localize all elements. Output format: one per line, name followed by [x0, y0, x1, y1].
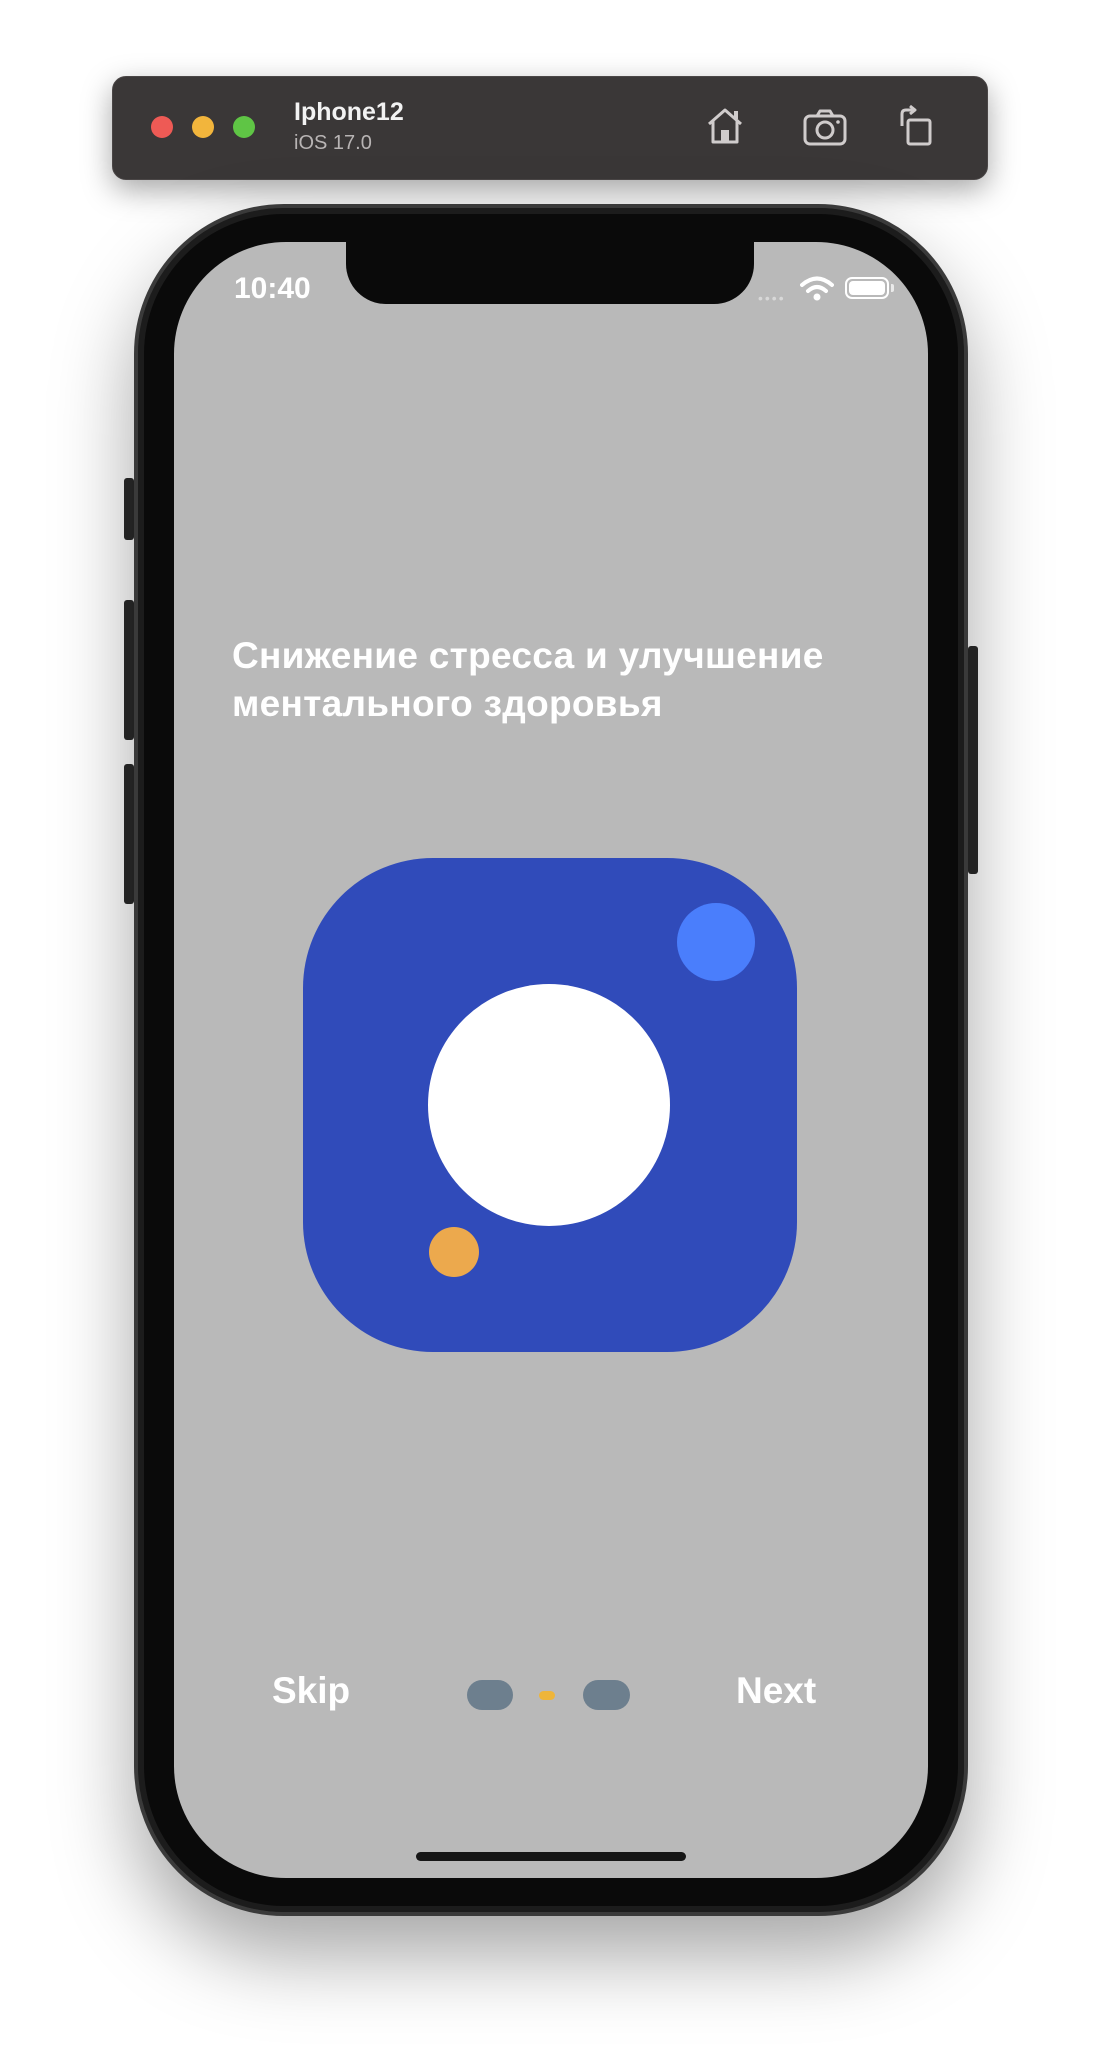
home-indicator[interactable] [416, 1852, 686, 1861]
onboarding-illustration [303, 858, 797, 1352]
skip-button[interactable]: Skip [272, 1670, 350, 1712]
notch [346, 236, 754, 304]
battery-icon [845, 277, 889, 299]
illustration-small-circle [429, 1227, 479, 1277]
battery-cap [891, 284, 894, 292]
home-icon [708, 108, 742, 144]
minimize-window-button[interactable] [192, 116, 214, 138]
volume-up-button [124, 600, 134, 740]
screenshot-button[interactable] [801, 102, 849, 150]
rotate-icon [900, 104, 932, 146]
page-dot-3[interactable] [583, 1680, 630, 1710]
os-version: iOS 17.0 [294, 132, 372, 154]
close-window-button[interactable] [151, 116, 173, 138]
cellular-icon: •••• [758, 290, 786, 306]
onboarding-headline: Снижение стресса и улучшение ментального… [232, 635, 824, 724]
screenshot-icon [803, 109, 847, 146]
illustration-main-circle [428, 984, 670, 1226]
page-dot-2-active[interactable] [539, 1691, 555, 1700]
wifi-icon [800, 276, 834, 301]
home-button[interactable] [701, 102, 749, 150]
zoom-window-button[interactable] [233, 116, 255, 138]
rotate-button[interactable] [892, 102, 940, 150]
status-time: 10:40 [234, 272, 311, 305]
next-button[interactable]: Next [736, 1670, 816, 1712]
page-dot-1[interactable] [467, 1680, 513, 1710]
illustration-accent-circle [677, 903, 755, 981]
device-name: Iphone12 [294, 98, 404, 126]
volume-down-button [124, 764, 134, 904]
simulator-window: Iphone12 iOS 17.0 10:40 •••• Снижение ст… [0, 0, 1100, 2068]
power-button [968, 646, 978, 874]
page-indicator [467, 1680, 631, 1712]
mute-switch [124, 478, 134, 540]
